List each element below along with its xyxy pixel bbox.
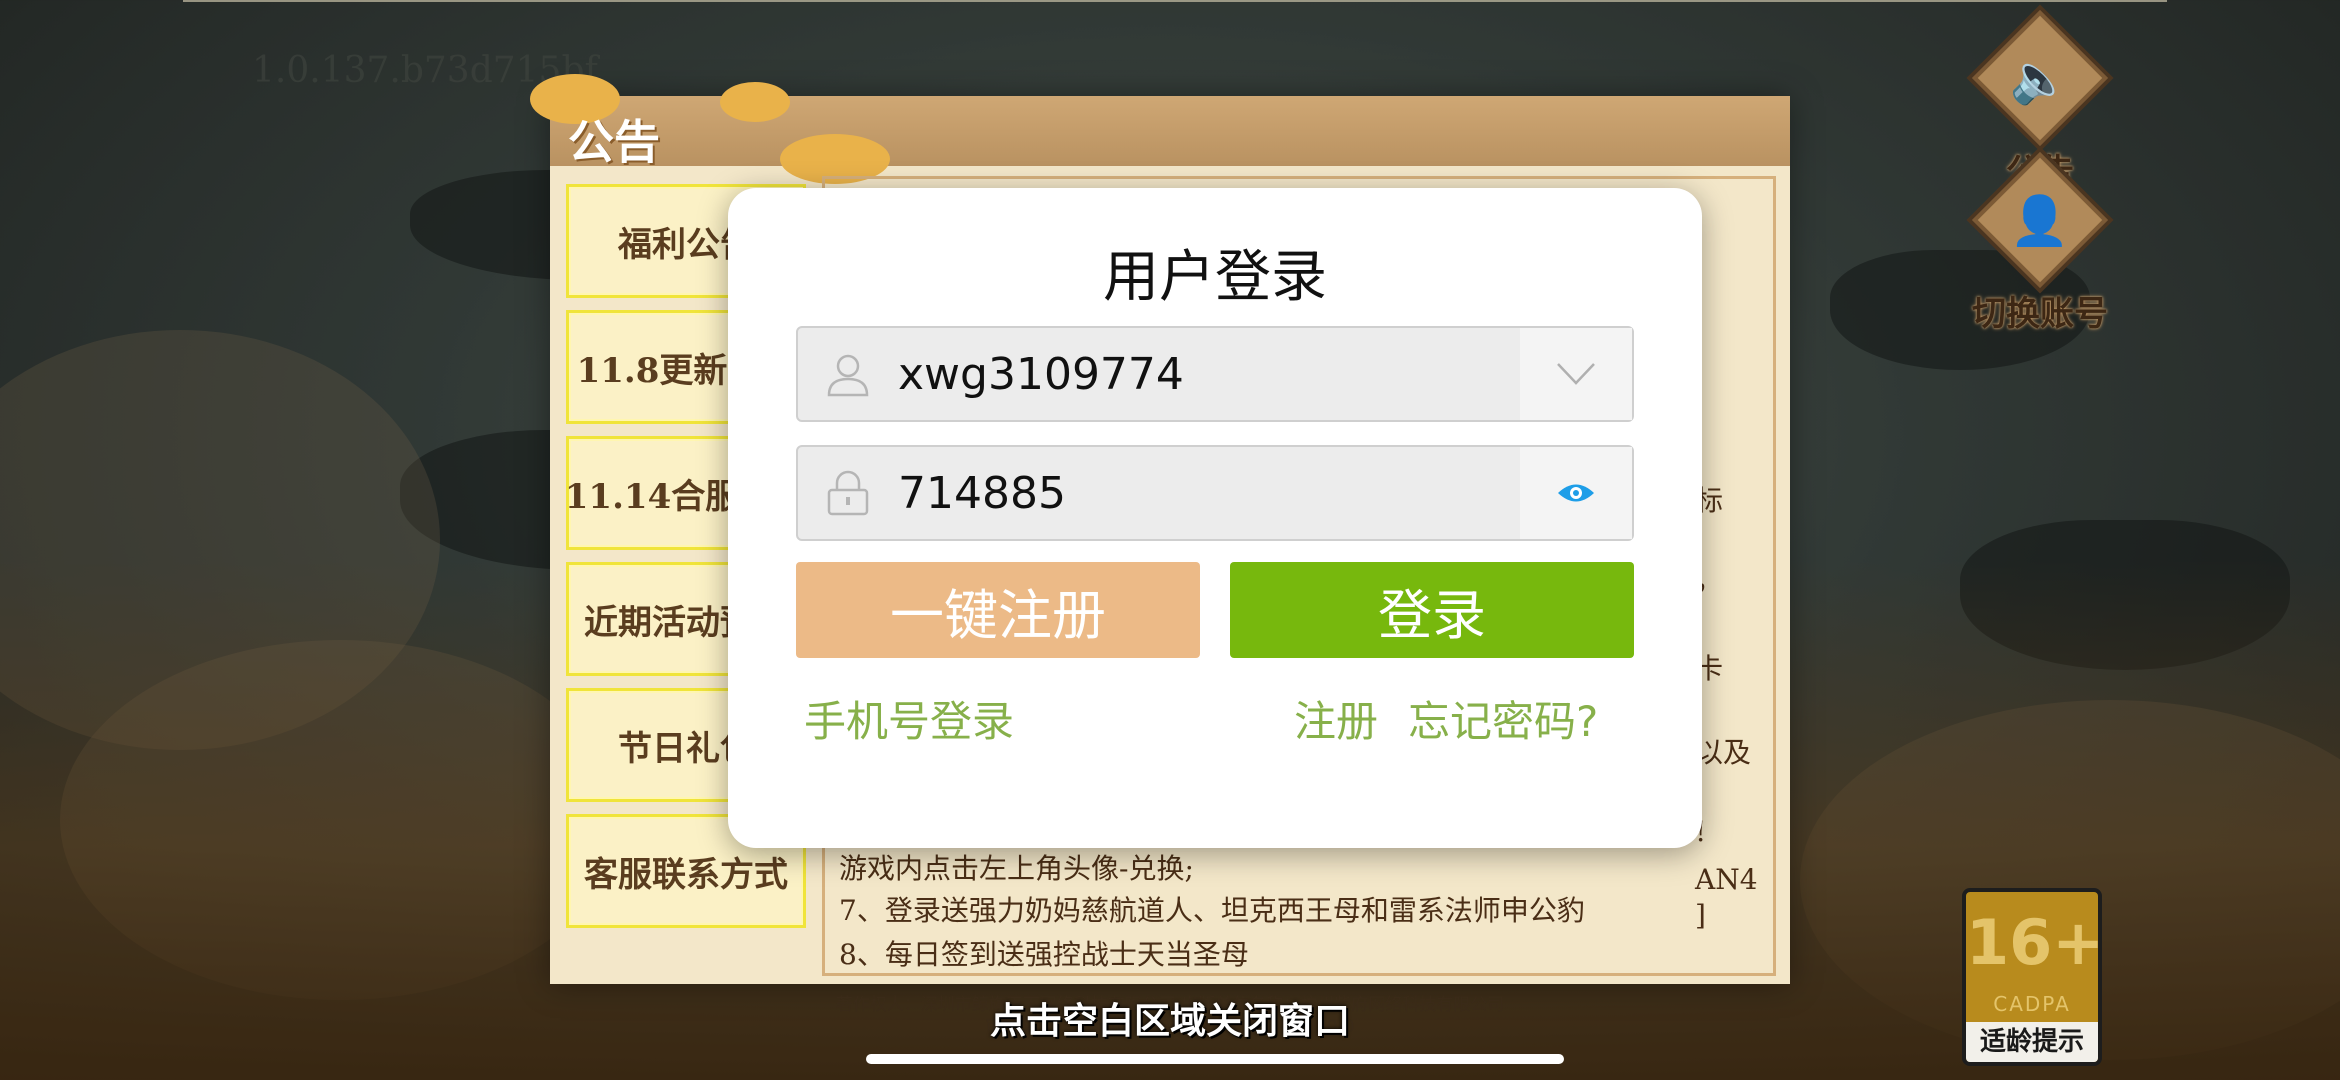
close-hint: 点击空白区域关闭窗口 — [989, 1001, 1350, 1042]
user-switch-icon: 👤 — [1972, 152, 2108, 288]
content-fragment: 以及 — [1695, 736, 1752, 769]
tab-label: 客服联系方式 — [584, 854, 788, 895]
login-button[interactable]: 登录 — [1230, 562, 1634, 658]
content-fragment: AN4 — [1695, 863, 1758, 896]
lock-icon — [798, 447, 898, 539]
switch-account-label: 切换账号 — [1972, 294, 2108, 334]
content-line: 7、登录送强力奶妈慈航道人、坦克西王母和雷系法师申公豹 — [839, 894, 1585, 927]
login-title: 用户登录 — [1103, 245, 1327, 310]
speaker-icon: 🔈 — [1972, 10, 2108, 146]
username-field[interactable] — [796, 326, 1634, 422]
user-icon — [798, 328, 898, 420]
top-divider — [183, 0, 2167, 2]
announcement-title: 公告 — [568, 115, 660, 169]
age-rating-number: 16+ — [1966, 906, 2102, 979]
eye-icon — [1558, 484, 1594, 502]
home-indicator[interactable] — [866, 1054, 1564, 1064]
chevron-down-icon — [1557, 363, 1595, 385]
register-link[interactable]: 注册 — [1294, 688, 1378, 749]
login-dialog: 用户登录 一键注册 登录 手机号登录 注册 忘记密码? — [728, 188, 1702, 848]
account-dropdown-button[interactable] — [1520, 328, 1632, 420]
phone-login-link[interactable]: 手机号登录 — [804, 688, 1014, 749]
password-input[interactable] — [898, 447, 1498, 539]
content-fragment: ] — [1695, 899, 1706, 932]
username-input[interactable] — [898, 328, 1498, 420]
content-line: 游戏内点击左上角头像-兑换; — [839, 852, 1194, 885]
password-field[interactable] — [796, 445, 1634, 541]
announcement-header: 公告 — [530, 74, 1790, 184]
show-password-toggle[interactable] — [1520, 447, 1632, 539]
content-line: 8、每日签到送强控战士天当圣母 — [839, 938, 1249, 971]
switch-account-button[interactable]: 👤 切换账号 — [1970, 152, 2110, 335]
quick-register-button[interactable]: 一键注册 — [796, 562, 1200, 658]
forgot-password-link[interactable]: 忘记密码? — [1408, 688, 1598, 749]
